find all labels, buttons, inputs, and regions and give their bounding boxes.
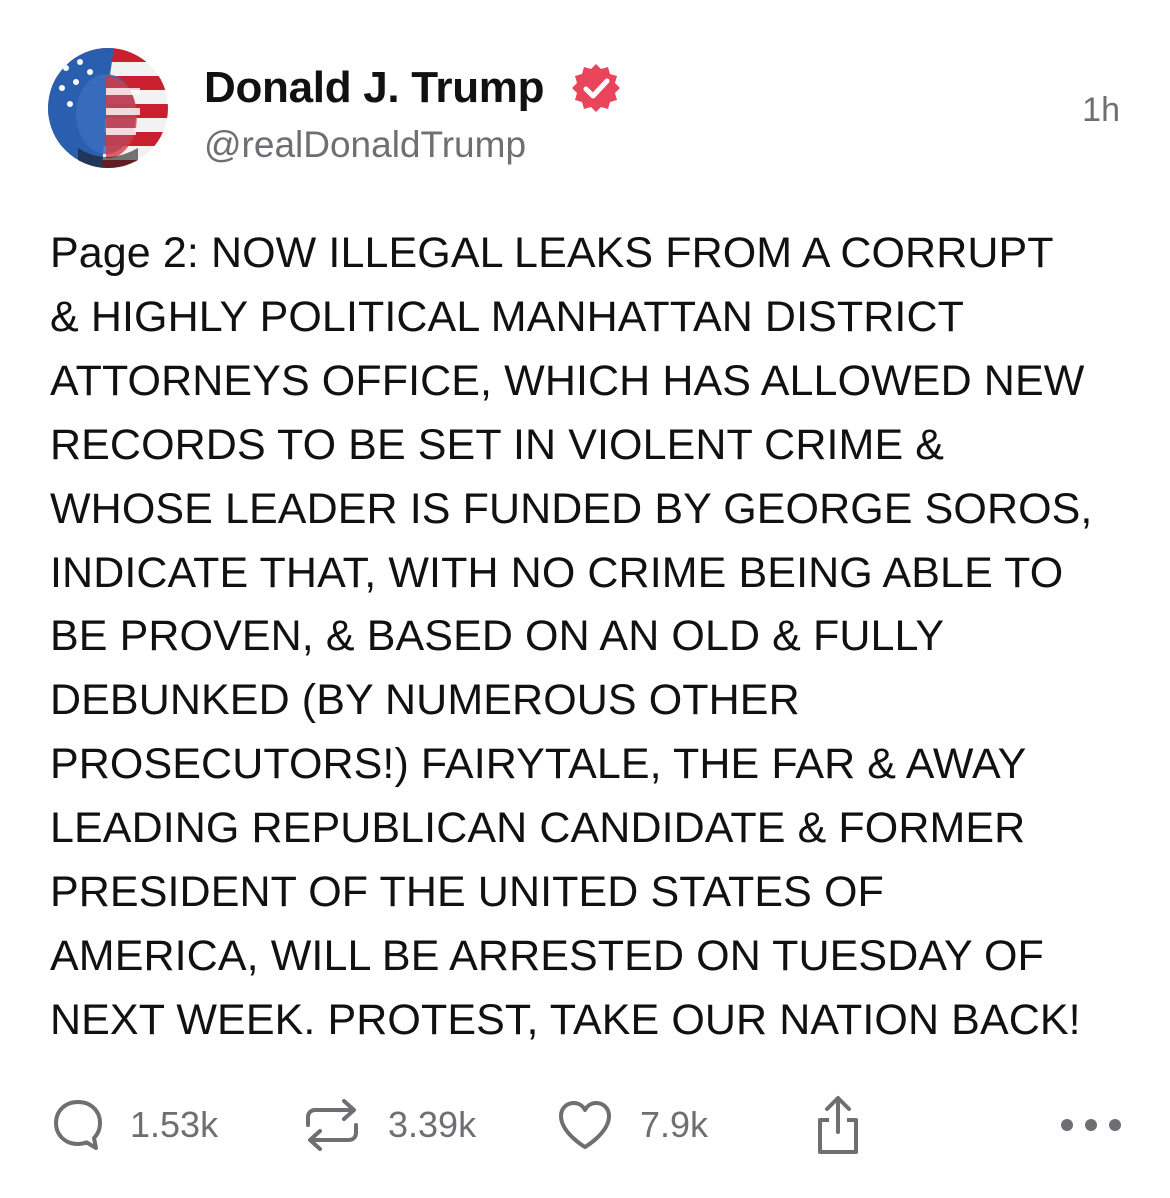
like-button[interactable]: 7.9k [556, 1090, 708, 1160]
action-bar: 1.53k 3.39k 7.9k [0, 1090, 1170, 1160]
more-options-button[interactable] [1058, 1090, 1124, 1160]
heart-icon [556, 1098, 614, 1152]
repost-button[interactable]: 3.39k [302, 1090, 476, 1160]
share-button[interactable] [814, 1090, 862, 1160]
reply-count: 1.53k [130, 1104, 219, 1145]
share-icon [814, 1094, 862, 1156]
repost-icon [302, 1095, 362, 1155]
avatar-image [48, 48, 168, 168]
reply-icon [52, 1096, 104, 1154]
reply-button[interactable]: 1.53k [52, 1090, 218, 1160]
post: Donald J. Trump @realDonaldTrump 1h Page… [0, 0, 1170, 1198]
post-text: Page 2: NOW ILLEGAL LEAKS FROM A CORRUPT… [50, 229, 1093, 1044]
like-count: 7.9k [640, 1104, 709, 1145]
verified-badge-icon [570, 62, 622, 114]
post-timestamp: 1h [1082, 91, 1120, 129]
avatar[interactable] [48, 48, 168, 168]
repost-count: 3.39k [388, 1104, 477, 1145]
author-name[interactable]: Donald J. Trump [204, 62, 545, 114]
more-dots-icon [1058, 1115, 1124, 1135]
author-handle[interactable]: @realDonaldTrump [204, 122, 526, 168]
